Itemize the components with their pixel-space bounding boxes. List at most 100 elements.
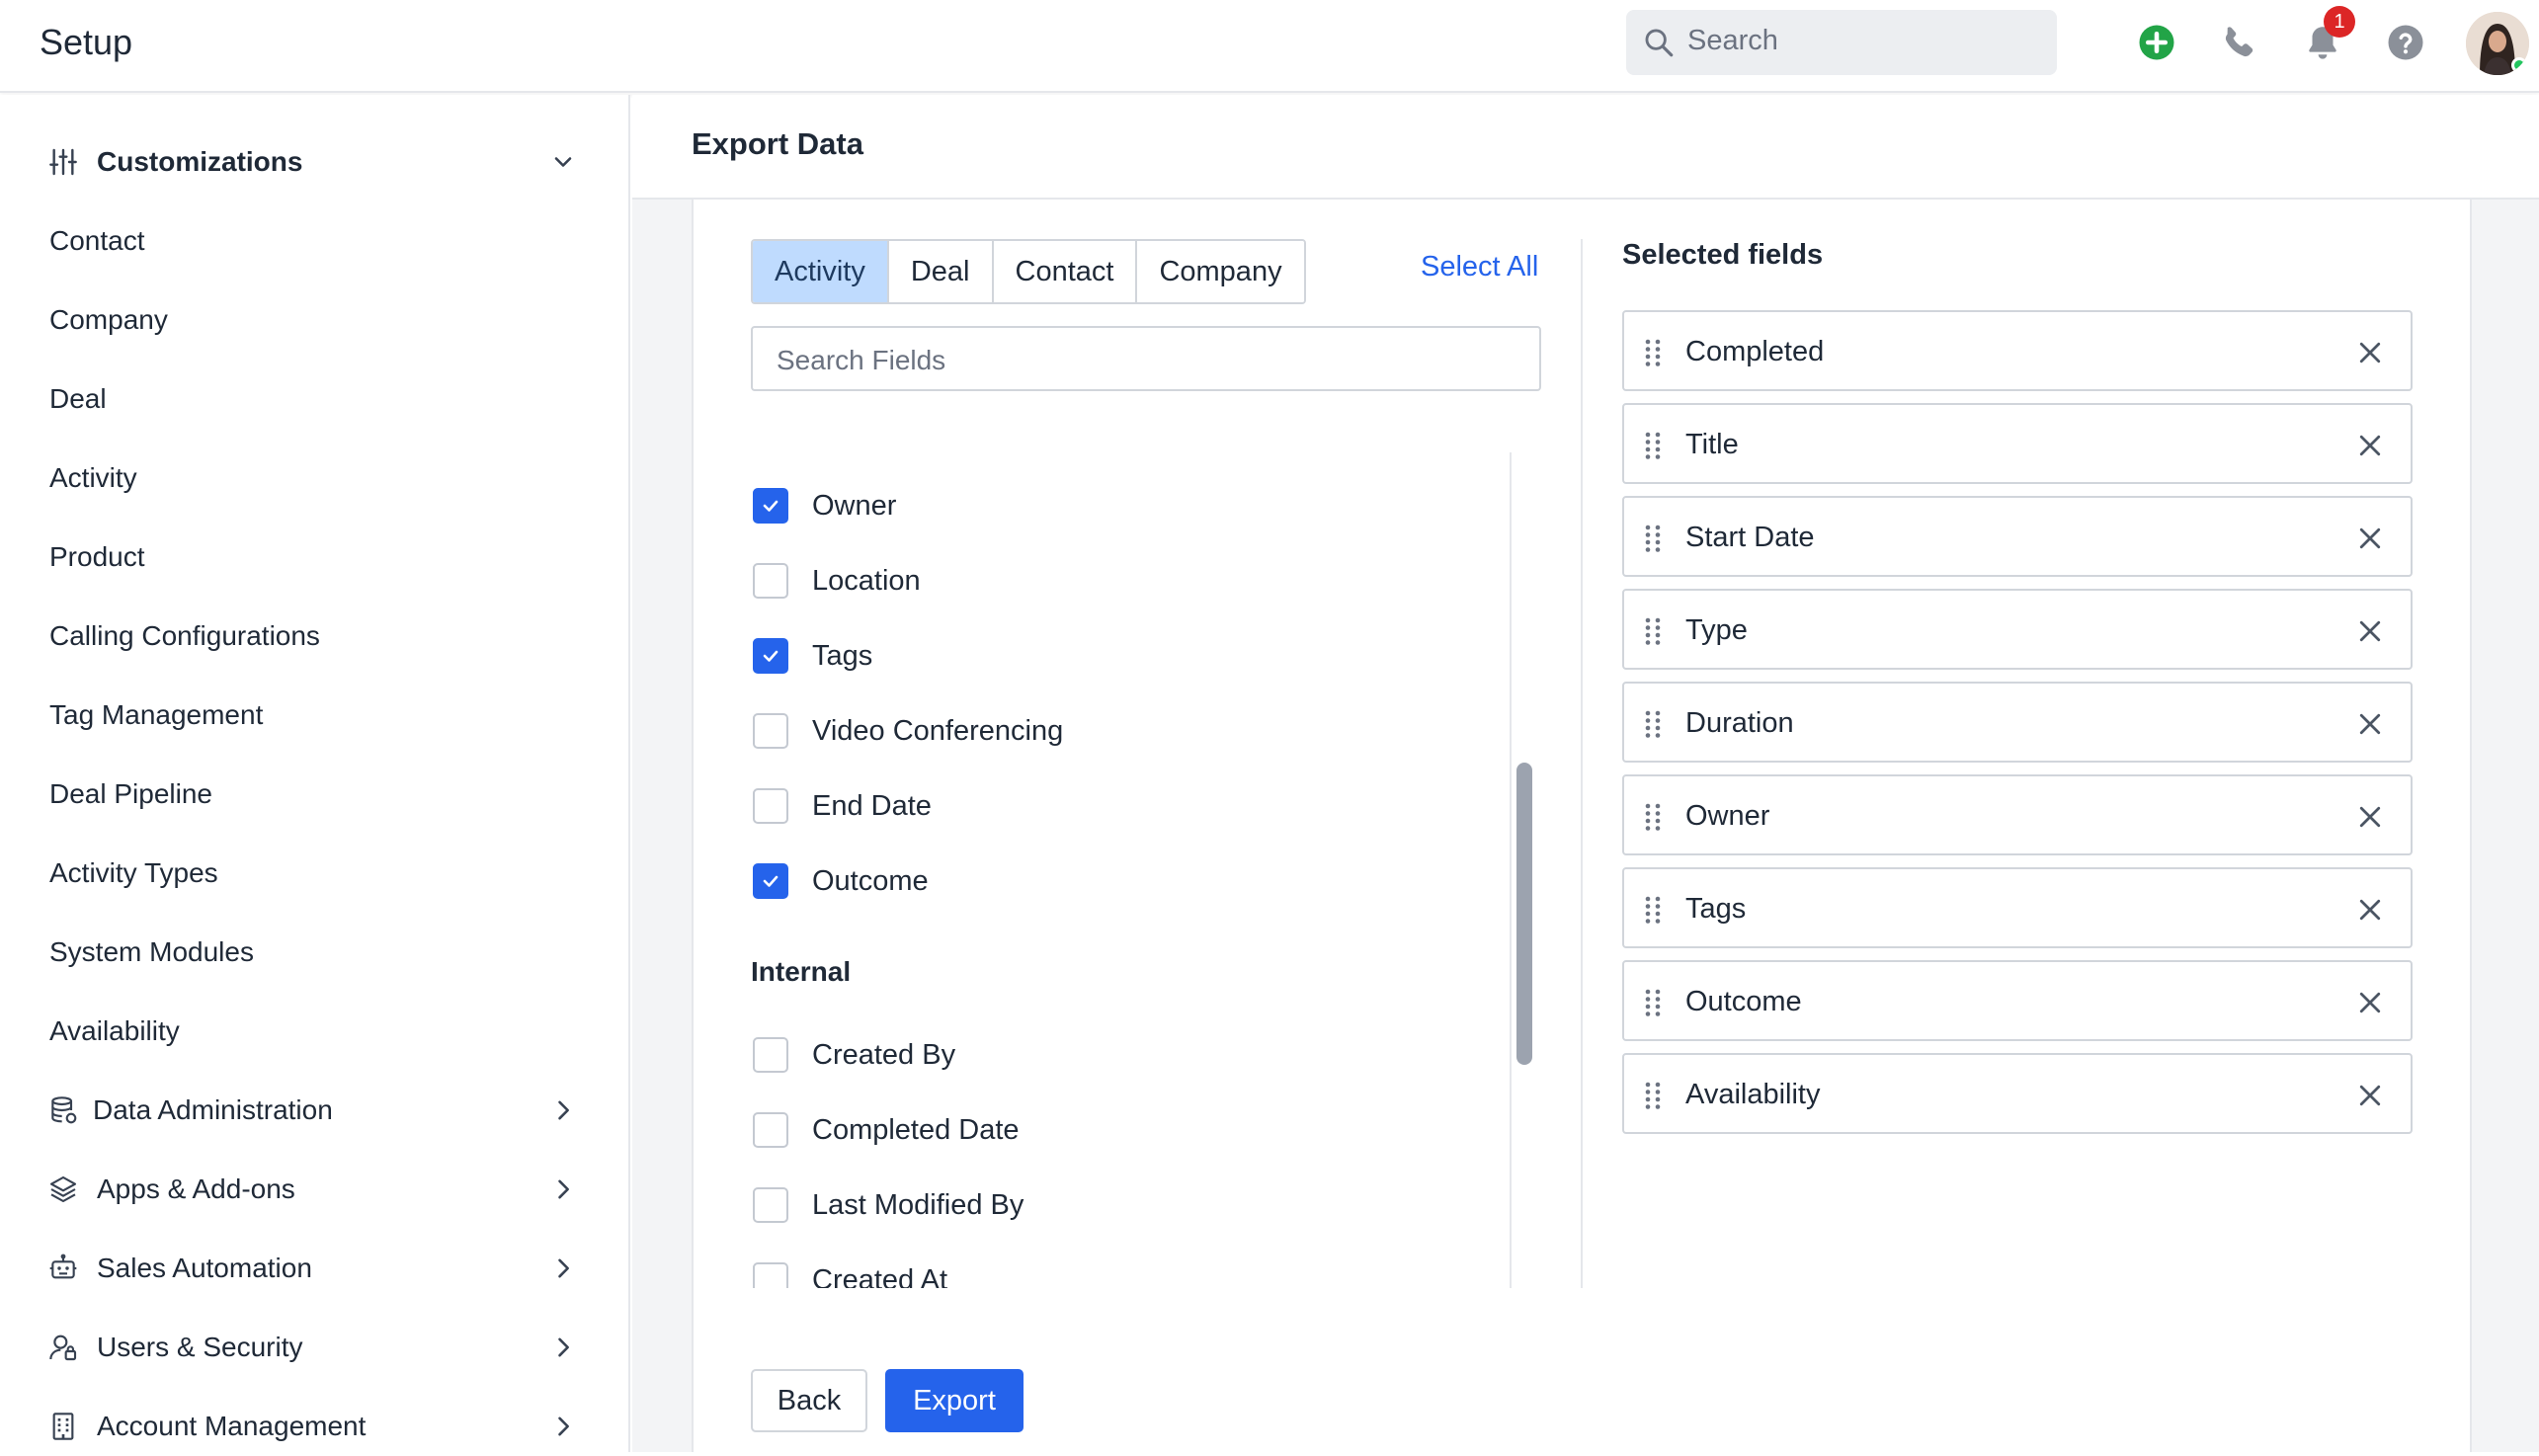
tab-company[interactable]: Company (1137, 241, 1304, 302)
sidebar-item-label: Calling Configurations (49, 620, 320, 651)
tab-activity[interactable]: Activity (753, 241, 889, 302)
checkbox-checked[interactable] (753, 488, 788, 524)
field-label: Outcome (812, 865, 929, 897)
user-avatar[interactable] (2466, 12, 2529, 75)
drag-handle-icon[interactable] (1644, 895, 1662, 925)
checkbox[interactable] (753, 713, 788, 749)
field-checkbox-tags[interactable]: Tags (751, 632, 1502, 682)
selected-field-item[interactable]: Completed (1622, 310, 2413, 391)
selected-field-item[interactable]: Type (1622, 589, 2413, 670)
sidebar-item-label: Activity Types (49, 857, 218, 888)
field-checkbox-created-at[interactable]: Created At (751, 1256, 1502, 1288)
check-icon (763, 875, 778, 887)
tab-deal[interactable]: Deal (888, 241, 994, 302)
check-icon (763, 650, 778, 662)
field-checkbox-owner[interactable]: Owner (751, 482, 1502, 531)
layers-icon (49, 1175, 77, 1203)
remove-icon[interactable] (2355, 431, 2385, 460)
scrollbar-thumb[interactable] (1516, 763, 1532, 1065)
selected-field-item[interactable]: Outcome (1622, 960, 2413, 1041)
sliders-icon (49, 148, 77, 176)
checkbox[interactable] (753, 788, 788, 824)
sidebar-group-users-security[interactable]: Users & Security (0, 1318, 628, 1377)
sidebar-item-calling-configurations[interactable]: Calling Configurations (0, 607, 628, 666)
user-lock-icon (49, 1335, 77, 1361)
sidebar-group-customizations[interactable]: Customizations (0, 132, 628, 192)
robot-icon (49, 1254, 77, 1279)
sidebar-group-label: Apps & Add-ons (97, 1173, 295, 1204)
drag-handle-icon[interactable] (1644, 524, 1662, 553)
drag-handle-icon[interactable] (1644, 431, 1662, 460)
drag-handle-icon[interactable] (1644, 1081, 1662, 1110)
field-label: Location (812, 565, 921, 597)
selected-field-item[interactable]: Availability (1622, 1053, 2413, 1134)
add-circle-icon[interactable] (2136, 22, 2177, 63)
select-all-link[interactable]: Select All (1421, 251, 1538, 283)
sidebar-group-data-administration[interactable]: Data Administration (0, 1081, 628, 1140)
sidebar-item-label: Deal Pipeline (49, 778, 212, 809)
sidebar-group-apps-addons[interactable]: Apps & Add-ons (0, 1160, 628, 1219)
drag-handle-icon[interactable] (1644, 616, 1662, 646)
sidebar-item-contact[interactable]: Contact (0, 211, 628, 271)
drag-handle-icon[interactable] (1644, 988, 1662, 1017)
remove-icon[interactable] (2355, 616, 2385, 646)
field-checkbox-location[interactable]: Location (751, 557, 1502, 607)
main-header: Export Data (632, 95, 2539, 200)
selected-field-item[interactable]: Owner (1622, 774, 2413, 855)
checkbox[interactable] (753, 1037, 788, 1073)
global-search-input[interactable]: Search (1626, 10, 2057, 75)
selected-field-item[interactable]: Start Date (1622, 496, 2413, 577)
checkbox[interactable] (753, 1262, 788, 1288)
remove-icon[interactable] (2355, 988, 2385, 1017)
drag-handle-icon[interactable] (1644, 338, 1662, 367)
checkbox-checked[interactable] (753, 638, 788, 674)
search-placeholder: Search (1687, 25, 1778, 56)
sidebar-item-availability[interactable]: Availability (0, 1002, 628, 1061)
selected-field-item[interactable]: Tags (1622, 867, 2413, 948)
chevron-right-icon (558, 1416, 569, 1436)
phone-icon[interactable] (2219, 22, 2260, 63)
sidebar-item-activity-types[interactable]: Activity Types (0, 844, 628, 903)
sidebar-item-deal[interactable]: Deal (0, 369, 628, 429)
drag-handle-icon[interactable] (1644, 709, 1662, 739)
sidebar-group-label: Customizations (97, 146, 303, 177)
remove-icon[interactable] (2355, 802, 2385, 832)
export-button[interactable]: Export (885, 1369, 1024, 1432)
field-checkbox-completed-date[interactable]: Completed Date (751, 1106, 1502, 1156)
field-checkbox-end-date[interactable]: End Date (751, 782, 1502, 832)
field-checkbox-outcome[interactable]: Outcome (751, 857, 1502, 907)
section-title-internal: Internal (751, 956, 852, 987)
remove-icon[interactable] (2355, 709, 2385, 739)
field-checkbox-created-by[interactable]: Created By (751, 1031, 1502, 1081)
sidebar-group-sales-automation[interactable]: Sales Automation (0, 1239, 628, 1298)
checkbox-checked[interactable] (753, 863, 788, 899)
sidebar-item-deal-pipeline[interactable]: Deal Pipeline (0, 765, 628, 824)
search-fields-input[interactable]: Search Fields (751, 326, 1541, 391)
sidebar-group-account-management[interactable]: Account Management (0, 1397, 628, 1456)
remove-icon[interactable] (2355, 338, 2385, 367)
field-checkbox-video-conferencing[interactable]: Video Conferencing (751, 707, 1502, 757)
remove-icon[interactable] (2355, 1081, 2385, 1110)
sidebar-item-product[interactable]: Product (0, 527, 628, 587)
remove-icon[interactable] (2355, 895, 2385, 925)
sidebar-item-tag-management[interactable]: Tag Management (0, 686, 628, 745)
remove-icon[interactable] (2355, 524, 2385, 553)
selected-field-item[interactable]: Title (1622, 403, 2413, 484)
back-button[interactable]: Back (751, 1369, 867, 1432)
selected-field-item[interactable]: Duration (1622, 682, 2413, 763)
checkbox[interactable] (753, 563, 788, 599)
field-checkbox-last-modified-by[interactable]: Last Modified By (751, 1181, 1502, 1231)
checkbox[interactable] (753, 1112, 788, 1148)
help-icon[interactable] (2385, 22, 2426, 63)
selected-field-label: Completed (1685, 336, 1825, 367)
sidebar-item-activity[interactable]: Activity (0, 448, 628, 508)
tab-contact[interactable]: Contact (993, 241, 1138, 302)
sidebar-item-company[interactable]: Company (0, 290, 628, 350)
sidebar-item-system-modules[interactable]: System Modules (0, 923, 628, 982)
panel-divider (1581, 239, 1583, 1288)
checkbox[interactable] (753, 1187, 788, 1223)
drag-handle-icon[interactable] (1644, 802, 1662, 832)
sidebar-item-label: Activity (49, 462, 137, 493)
sidebar-group-label: Data Administration (93, 1094, 333, 1125)
sidebar-item-label: Contact (49, 225, 145, 256)
